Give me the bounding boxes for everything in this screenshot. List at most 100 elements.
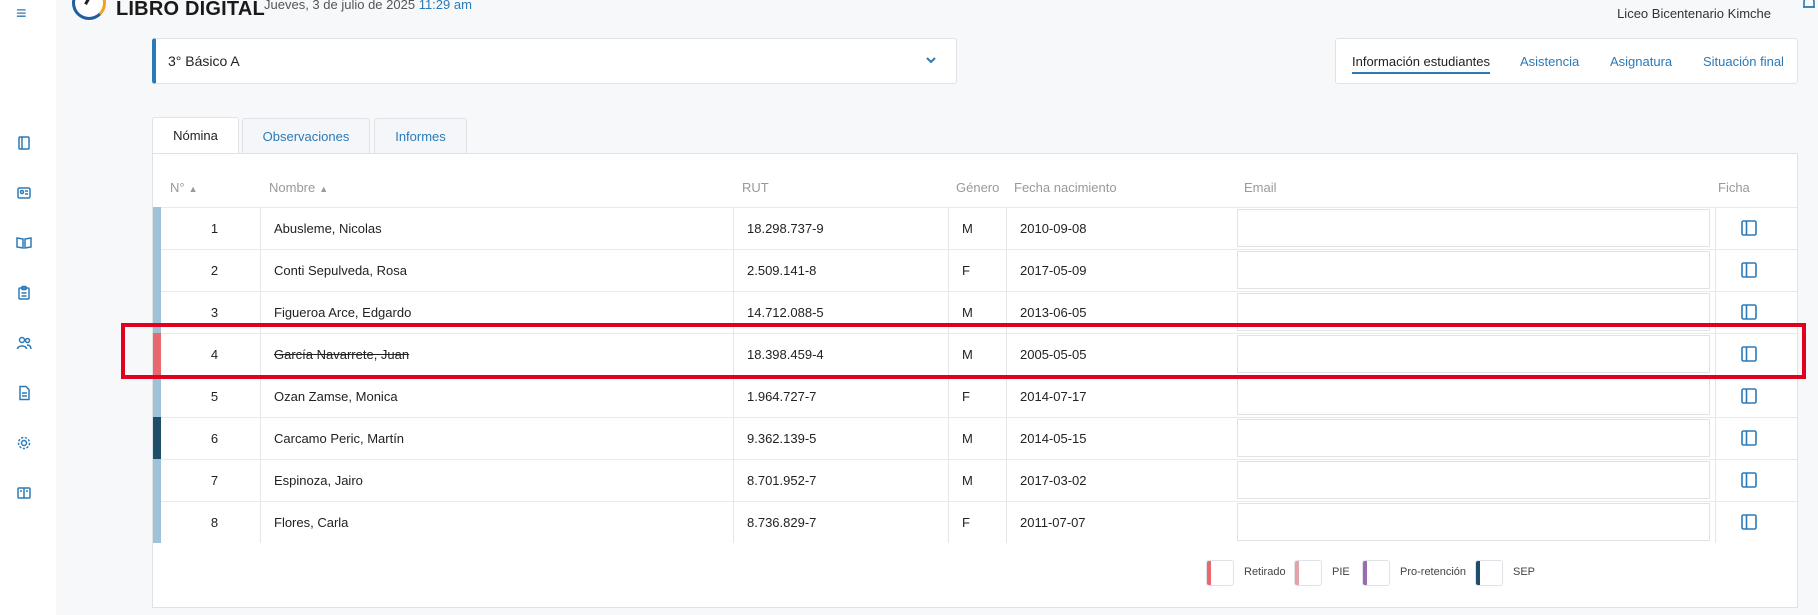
cell-name: Conti Sepulveda, Rosa [274, 249, 744, 291]
divider [948, 501, 949, 543]
libro-digital-logo [72, 0, 106, 20]
legend-swatch [1475, 560, 1503, 586]
cell-num: 2 [161, 249, 268, 291]
table-row: 8 Flores, Carla 8.736.829-7 F 2011-07-07 [153, 501, 1797, 543]
users-icon[interactable] [16, 335, 32, 351]
legend-color [1363, 561, 1367, 585]
ficha-panel-icon[interactable] [1740, 261, 1758, 279]
status-bar [153, 417, 161, 459]
cell-num: 5 [161, 375, 268, 417]
cell-num: 7 [161, 459, 268, 501]
cell-rut: 9.362.139-5 [747, 417, 947, 459]
email-field[interactable] [1237, 377, 1710, 415]
id-card-icon[interactable] [16, 185, 32, 201]
divider [260, 291, 261, 333]
table-row: 1 Abusleme, Nicolas 18.298.737-9 M 2010-09-0… [153, 207, 1797, 249]
open-book-icon[interactable] [16, 235, 32, 251]
table-row: 5 Ozan Zamse, Monica 1.964.727-7 F 2014-07-1… [153, 375, 1797, 417]
legend-label: SEP [1513, 566, 1536, 578]
divider [733, 375, 734, 417]
divider [733, 207, 734, 249]
status-bar [153, 459, 161, 501]
nav-situacion-final[interactable]: Situación final [1703, 54, 1784, 69]
section-nav: Información estudiantes Asistencia Asign… [1335, 38, 1798, 84]
row-separator [161, 291, 1797, 292]
clipboard-icon[interactable] [16, 285, 32, 301]
divider [260, 207, 261, 249]
email-field[interactable] [1237, 419, 1710, 457]
header-birth: Fecha nacimiento [1014, 180, 1117, 195]
nav-asignatura[interactable]: Asignatura [1610, 54, 1672, 69]
chevron-down-icon[interactable] [924, 53, 938, 67]
divider [260, 375, 261, 417]
cell-gender: M [962, 207, 1002, 249]
tab-observaciones[interactable]: Observaciones [242, 118, 370, 153]
divider [1715, 501, 1716, 543]
divider [948, 249, 949, 291]
email-field[interactable] [1237, 293, 1710, 331]
book-icon[interactable] [16, 135, 32, 151]
divider [948, 459, 949, 501]
legend-swatch [1294, 560, 1322, 586]
divider [733, 459, 734, 501]
cell-name: Espinoza, Jairo [274, 459, 744, 501]
ficha-panel-icon[interactable] [1740, 345, 1758, 363]
cell-gender: F [962, 375, 1002, 417]
nav-asistencia[interactable]: Asistencia [1520, 54, 1579, 69]
current-date: Jueves, 3 de julio de 2025 11:29 am [264, 0, 472, 12]
email-field[interactable] [1237, 335, 1710, 373]
bell-icon[interactable] [1800, 0, 1818, 12]
email-field[interactable] [1237, 251, 1710, 289]
cell-birth: 2011-07-07 [1020, 501, 1220, 543]
cell-birth: 2010-09-08 [1020, 207, 1220, 249]
row-separator [161, 207, 1797, 208]
cell-num: 8 [161, 501, 268, 543]
hamburger-menu-icon[interactable]: ≡ [16, 4, 32, 22]
cell-gender: M [962, 459, 1002, 501]
ficha-panel-icon[interactable] [1740, 429, 1758, 447]
tab-informes[interactable]: Informes [374, 118, 467, 153]
document-icon[interactable] [16, 385, 32, 401]
email-field[interactable] [1237, 209, 1710, 247]
ficha-panel-icon[interactable] [1740, 303, 1758, 321]
nav-informacion-estudiantes[interactable]: Información estudiantes [1352, 54, 1491, 74]
row-separator [161, 501, 1797, 502]
divider [1715, 291, 1716, 333]
students-table: N° ▲ Nombre ▲ RUT Género Fecha nacimiento … [152, 153, 1798, 608]
ficha-panel-icon[interactable] [1740, 513, 1758, 531]
brand-title: LIBRO DIGITAL [116, 0, 265, 20]
time-text: 11:29 am [418, 0, 472, 12]
tab-nomina[interactable]: Nómina [152, 117, 239, 154]
cell-rut: 1.964.727-7 [747, 375, 947, 417]
school-name: Liceo Bicentenario Kimche [1617, 6, 1771, 21]
ficha-panel-icon[interactable] [1740, 471, 1758, 489]
header-ficha: Ficha [1718, 180, 1750, 195]
divider [733, 501, 734, 543]
ficha-panel-icon[interactable] [1740, 219, 1758, 237]
gear-icon[interactable] [16, 435, 32, 451]
divider [733, 291, 734, 333]
divider [948, 333, 949, 375]
ficha-panel-icon[interactable] [1740, 387, 1758, 405]
legend-swatch [1206, 560, 1234, 586]
library-icon[interactable] [16, 485, 32, 501]
divider [733, 417, 734, 459]
header-name[interactable]: Nombre ▲ [269, 180, 328, 195]
cell-name: Abusleme, Nicolas [274, 207, 744, 249]
course-select[interactable]: 3° Básico A [152, 38, 957, 84]
divider [1006, 333, 1007, 375]
divider [260, 417, 261, 459]
cell-name: Flores, Carla [274, 501, 744, 543]
legend-label: Retirado [1244, 566, 1286, 578]
header-name-label: Nombre [269, 180, 316, 195]
cell-birth: 2014-05-15 [1020, 417, 1220, 459]
divider [1715, 375, 1716, 417]
sort-asc-icon[interactable]: ▲ [319, 184, 328, 194]
email-field[interactable] [1237, 461, 1710, 499]
date-text: Jueves, 3 de julio de 2025 [264, 0, 416, 12]
email-field[interactable] [1237, 503, 1710, 541]
cell-gender: M [962, 291, 1002, 333]
legend-label: Pro-retención [1400, 566, 1467, 578]
header-num[interactable]: N° ▲ [170, 180, 198, 195]
sort-asc-icon[interactable]: ▲ [189, 184, 198, 194]
